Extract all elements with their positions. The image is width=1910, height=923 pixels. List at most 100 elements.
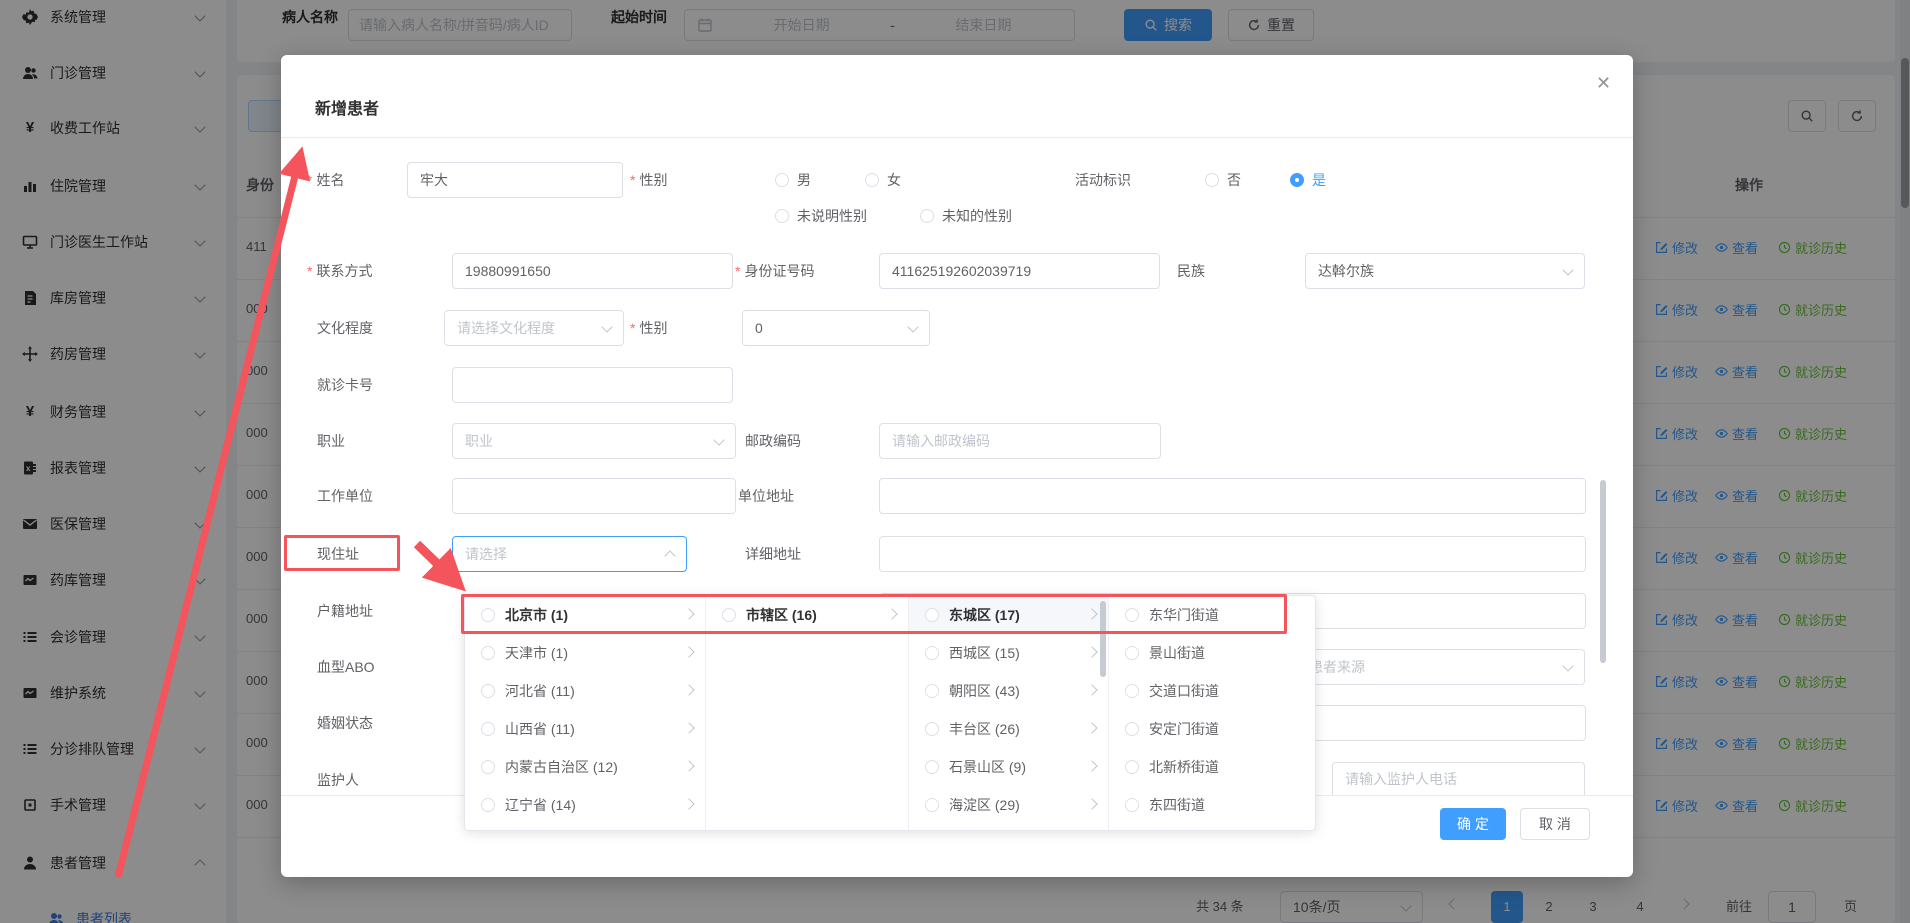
chevron-down-icon — [907, 321, 918, 332]
radio-icon — [1125, 684, 1139, 698]
chevron-right-icon — [683, 722, 694, 733]
chevron-down-icon — [1562, 660, 1573, 671]
gender-radio-unstated[interactable]: 未说明性别 — [775, 198, 867, 234]
patient-source-select[interactable]: 患者来源 — [1296, 649, 1585, 685]
chevron-right-icon — [886, 608, 897, 619]
work-unit-input[interactable] — [452, 478, 736, 514]
ethnicity-select[interactable]: 达斡尔族 — [1305, 253, 1585, 289]
cascader-option-beixinqiao[interactable]: 北新桥街道 — [1109, 748, 1315, 786]
address-cascader-panel: 北京市 (1) 天津市 (1) 河北省 (11) 山西省 (11) 内蒙古自治区… — [464, 595, 1316, 831]
education-select[interactable]: 请选择文化程度 — [444, 310, 624, 346]
radio-icon — [925, 684, 939, 698]
field-label-postal-code: 邮政编码 — [745, 423, 801, 459]
cancel-button[interactable]: 取 消 — [1520, 808, 1590, 840]
radio-icon — [925, 798, 939, 812]
radio-icon — [1125, 722, 1139, 736]
gender-radio-female[interactable]: 女 — [865, 162, 901, 198]
field-label-card-no: 就诊卡号 — [317, 367, 373, 403]
cascader-city-column: 市辖区 (16) — [706, 596, 909, 830]
field-label-active-flag: 活动标识 — [1075, 162, 1131, 198]
chevron-down-icon — [713, 434, 724, 445]
radio-icon — [920, 209, 934, 223]
cascader-option-shixiaqu[interactable]: 市辖区 (16) — [706, 596, 908, 634]
guardian-phone-input[interactable] — [1332, 762, 1585, 795]
occupation-select[interactable]: 职业 — [452, 423, 736, 459]
field-label-guardian: 监护人 — [317, 762, 359, 798]
field-label-contact: 联系方式 — [307, 253, 372, 289]
chevron-right-icon — [683, 798, 694, 809]
contact-input[interactable] — [452, 253, 733, 289]
cascader-option-jiaodaokou[interactable]: 交道口街道 — [1109, 672, 1315, 710]
active-flag-radio-no[interactable]: 否 — [1205, 162, 1241, 198]
cascader-option-jingshan[interactable]: 景山街道 — [1109, 634, 1315, 672]
field-label-occupation: 职业 — [317, 423, 345, 459]
cascader-street-column: 东华门街道 景山街道 交道口街道 安定门街道 北新桥街道 东四街道 — [1109, 596, 1315, 830]
radio-icon — [481, 760, 495, 774]
app-root: 系统管理 门诊管理 ¥收费工作站 住院管理 门诊医生工作站 库房管理 药房管理 … — [0, 0, 1910, 923]
cascader-option-dongsi[interactable]: 东四街道 — [1109, 786, 1315, 824]
name-input[interactable] — [407, 162, 623, 198]
unit-address-input[interactable] — [879, 478, 1586, 514]
radio-icon — [722, 608, 736, 622]
field-label-marital-status: 婚姻状态 — [317, 705, 373, 741]
card-no-input[interactable] — [452, 367, 733, 403]
cascader-option-tianjin[interactable]: 天津市 (1) — [465, 634, 705, 672]
column-scrollbar-thumb[interactable] — [1100, 601, 1106, 677]
cascader-option-hebei[interactable]: 河北省 (11) — [465, 672, 705, 710]
field-label-work-unit: 工作单位 — [317, 478, 373, 514]
chevron-down-icon — [601, 321, 612, 332]
postal-code-input[interactable] — [879, 423, 1161, 459]
gender-radio-male[interactable]: 男 — [775, 162, 811, 198]
chevron-right-icon — [1086, 722, 1097, 733]
chevron-right-icon — [1086, 760, 1097, 771]
gender-code-select[interactable]: 0 — [742, 310, 930, 346]
active-flag-radio-yes[interactable]: 是 — [1290, 162, 1326, 198]
radio-icon — [1205, 173, 1219, 187]
cascader-option-fengtai[interactable]: 丰台区 (26) — [909, 710, 1108, 748]
radio-icon — [865, 173, 879, 187]
field-label-ethnicity: 民族 — [1177, 253, 1205, 289]
chevron-right-icon — [1086, 646, 1097, 657]
field-label-gender-code: 性别 — [630, 310, 667, 346]
close-icon[interactable]: ✕ — [1596, 73, 1611, 94]
form-scrollbar-thumb[interactable] — [1600, 480, 1606, 663]
chevron-up-icon — [664, 550, 675, 561]
chevron-right-icon — [1086, 608, 1097, 619]
cascader-option-shijingshan[interactable]: 石景山区 (9) — [909, 748, 1108, 786]
cascader-option-neimenggu[interactable]: 内蒙古自治区 (12) — [465, 748, 705, 786]
chevron-right-icon — [1086, 798, 1097, 809]
chevron-right-icon — [683, 684, 694, 695]
radio-icon — [925, 760, 939, 774]
radio-icon — [481, 798, 495, 812]
gender-radio-unknown[interactable]: 未知的性别 — [920, 198, 1012, 234]
cascader-option-liaoning[interactable]: 辽宁省 (14) — [465, 786, 705, 824]
cascader-option-xicheng[interactable]: 西城区 (15) — [909, 634, 1108, 672]
cascader-option-beijing[interactable]: 北京市 (1) — [465, 596, 705, 634]
dialog-title: 新增患者 — [315, 95, 379, 119]
cascader-option-donghuamen[interactable]: 东华门街道 — [1109, 596, 1315, 634]
cascader-option-dongcheng[interactable]: 东城区 (17) — [909, 596, 1108, 634]
confirm-button[interactable]: 确 定 — [1440, 808, 1506, 840]
current-address-cascader[interactable]: 请选择 — [452, 536, 687, 572]
detail-address-input[interactable] — [879, 536, 1586, 572]
cascader-option-andingmen[interactable]: 安定门街道 — [1109, 710, 1315, 748]
chevron-right-icon — [683, 760, 694, 771]
cascader-district-column: 东城区 (17) 西城区 (15) 朝阳区 (43) 丰台区 (26) 石景山区… — [909, 596, 1109, 830]
radio-icon — [925, 722, 939, 736]
cascader-option-haidian[interactable]: 海淀区 (29) — [909, 786, 1108, 824]
id-number-input[interactable] — [879, 253, 1160, 289]
field-label-id-number: 身份证号码 — [735, 253, 814, 289]
chevron-down-icon — [1562, 264, 1573, 275]
chevron-right-icon — [1086, 684, 1097, 695]
field-label-household-address: 户籍地址 — [317, 593, 373, 629]
radio-icon — [925, 608, 939, 622]
field-label-blood-type: 血型ABO — [317, 649, 375, 685]
chevron-right-icon — [683, 646, 694, 657]
cascader-option-chaoyang[interactable]: 朝阳区 (43) — [909, 672, 1108, 710]
cascader-option-shanxi[interactable]: 山西省 (11) — [465, 710, 705, 748]
radio-icon — [1125, 760, 1139, 774]
radio-icon — [925, 646, 939, 660]
radio-icon — [481, 646, 495, 660]
chevron-right-icon — [683, 608, 694, 619]
dialog-header-divider — [281, 137, 1633, 138]
